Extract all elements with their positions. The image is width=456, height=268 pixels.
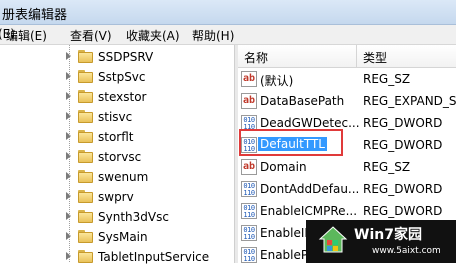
tree-item[interactable]: TabletInputService xyxy=(0,247,234,268)
value-type: REG_SZ xyxy=(363,160,411,174)
column-header-name[interactable]: 名称 xyxy=(244,49,268,66)
value-name: Domain xyxy=(260,160,307,174)
window-title: 册表编辑器 xyxy=(2,8,68,23)
string-value-icon: ab xyxy=(241,71,257,87)
value-type: REG_EXPAND_S xyxy=(363,94,456,108)
folder-icon xyxy=(78,210,93,223)
value-type: REG_DWORD xyxy=(363,182,443,196)
value-row[interactable]: ab Domain REG_SZ xyxy=(238,156,456,178)
highlight-box xyxy=(239,129,343,156)
binary-value-icon: 010 110 xyxy=(241,247,257,263)
value-row[interactable]: 010 110 DontAddDefau... REG_DWORD xyxy=(238,178,456,200)
value-name: DontAddDefau... xyxy=(260,182,360,196)
folder-icon xyxy=(78,70,93,83)
tree-item-label: storflt xyxy=(98,130,134,144)
tree-item[interactable]: swprv xyxy=(0,187,234,208)
string-value-icon: ab xyxy=(241,93,257,109)
folder-icon xyxy=(78,230,93,243)
string-value-icon: ab xyxy=(241,159,257,175)
tree-item-label: Synth3dVsc xyxy=(98,210,169,224)
menu-help[interactable]: 帮助(H) xyxy=(192,27,234,44)
tree-item[interactable]: stexstor xyxy=(0,87,234,108)
menu-favorites[interactable]: 收藏夹(A) xyxy=(126,27,180,44)
binary-value-icon: 010 110 xyxy=(241,181,257,197)
tree-item-label: stisvc xyxy=(98,110,133,124)
value-name: DataBasePath xyxy=(260,94,345,108)
column-divider[interactable] xyxy=(356,45,357,67)
menu-bar: (E) 编辑(E) 查看(V) 收藏夹(A) 帮助(H) xyxy=(0,25,456,45)
binary-value-icon: 010 110 xyxy=(241,203,257,219)
tree-item-label: swenum xyxy=(98,170,149,184)
tree-item[interactable]: stisvc xyxy=(0,107,234,128)
tree-item[interactable]: Synth3dVsc xyxy=(0,207,234,228)
menu-view[interactable]: 查看(V) xyxy=(70,27,112,44)
win7-home-logo-icon xyxy=(318,226,348,253)
registry-key-tree: SSDPSRV SstpSvc stexstor stisvc storflt … xyxy=(0,45,235,264)
menu-edit[interactable]: 编辑(E) xyxy=(6,27,47,44)
watermark: Win7家园 www.5aixt.com xyxy=(306,220,456,263)
tree-item[interactable]: SstpSvc xyxy=(0,67,234,88)
tree-item-label: SstpSvc xyxy=(98,70,146,84)
value-type: REG_DWORD xyxy=(363,138,443,152)
folder-icon xyxy=(78,150,93,163)
tree-item-label: swprv xyxy=(98,190,134,204)
tree-item[interactable]: SysMain xyxy=(0,227,234,248)
value-row[interactable]: ab DataBasePath REG_EXPAND_S xyxy=(238,90,456,112)
tree-item[interactable]: swenum xyxy=(0,167,234,188)
tree-item-label: TabletInputService xyxy=(98,250,210,264)
value-type: REG_DWORD xyxy=(363,204,443,218)
tree-item-label: stexstor xyxy=(98,90,147,104)
folder-icon xyxy=(78,110,93,123)
value-row[interactable]: 010 110 EnableICMPRe... REG_DWORD xyxy=(238,200,456,222)
tree-item[interactable]: SSDPSRV xyxy=(0,47,234,68)
value-name: EnableIP xyxy=(260,226,312,240)
list-header: 名称 类型 xyxy=(238,45,456,68)
tree-item[interactable]: storflt xyxy=(0,127,234,148)
tree-guide-line xyxy=(69,45,70,263)
value-name: EnableICMPRe... xyxy=(260,204,358,218)
value-row[interactable]: ab (默认) REG_SZ xyxy=(238,68,456,90)
folder-icon xyxy=(78,50,93,63)
folder-icon xyxy=(78,90,93,103)
watermark-url: www.5aixt.com xyxy=(372,246,441,256)
tree-item[interactable]: storvsc xyxy=(0,147,234,168)
value-type: REG_SZ xyxy=(363,72,411,86)
watermark-brand: Win7家园 xyxy=(354,227,422,243)
folder-icon xyxy=(78,170,93,183)
value-type: REG_DWORD xyxy=(363,116,443,130)
tree-item-label: SSDPSRV xyxy=(98,50,154,64)
folder-icon xyxy=(78,130,93,143)
tree-item-label: SysMain xyxy=(98,230,148,244)
folder-icon xyxy=(78,250,93,263)
value-name: DeadGWDetec... xyxy=(260,116,360,130)
value-name: (默认) xyxy=(260,74,294,88)
title-bar: 册表编辑器 xyxy=(0,0,456,25)
binary-value-icon: 010 110 xyxy=(241,225,257,241)
folder-icon xyxy=(78,190,93,203)
tree-item-label: storvsc xyxy=(98,150,142,164)
column-header-type[interactable]: 类型 xyxy=(363,49,387,66)
